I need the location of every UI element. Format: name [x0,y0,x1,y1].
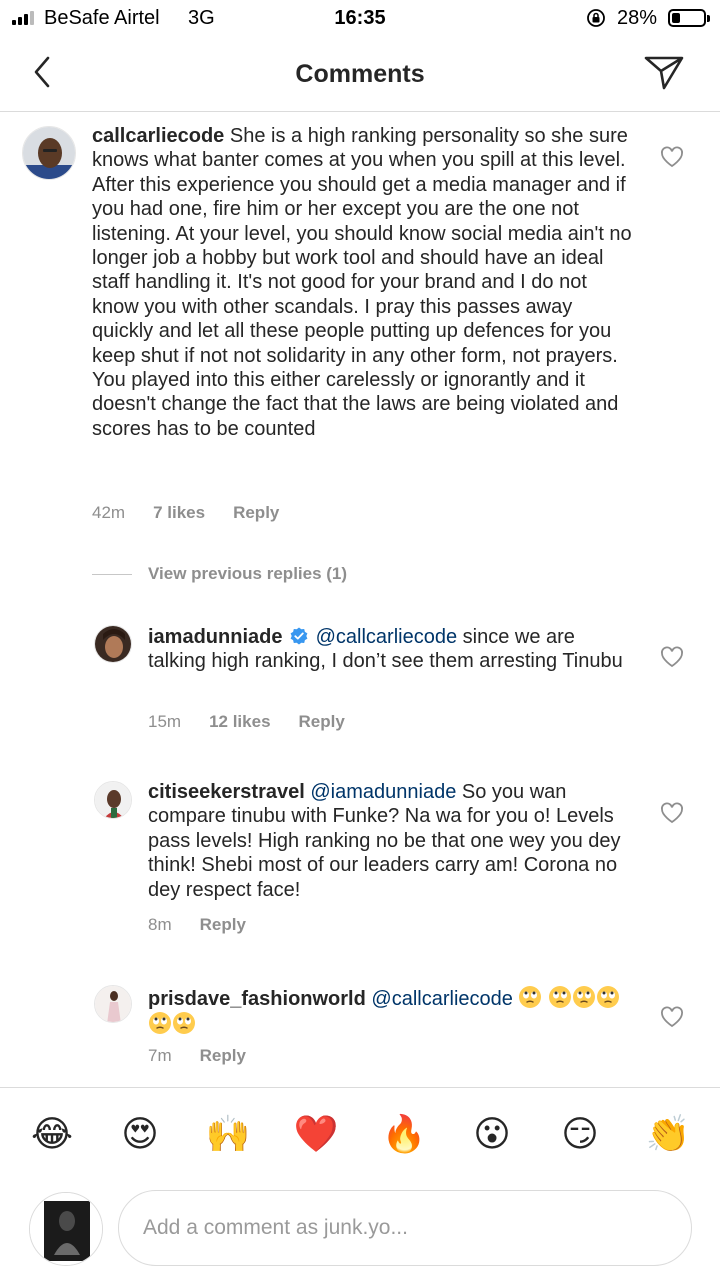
reply-username[interactable]: prisdave_fashionworld [148,988,366,1010]
reply-mention[interactable]: @callcarliecode [316,626,457,648]
face-with-rolling-eyes-icon [573,986,596,1008]
red-heart-emoji-button[interactable]: ❤️ [286,1113,346,1157]
reply-username[interactable]: citiseekerstravel [148,781,305,803]
status-bar: BeSafe Airtel 3G 16:35 28% [0,0,720,38]
battery-percent: 28% [617,7,658,29]
comment-meta: 42m 7 likes Reply [92,503,307,523]
reply-button[interactable]: Reply [299,712,345,732]
tears-of-joy-emoji-button[interactable]: 😂 [22,1113,82,1157]
view-previous-replies[interactable]: View previous replies (1) [92,563,347,585]
face-with-rolling-eyes-icon [549,986,572,1008]
fire-emoji-button[interactable]: 🔥 [374,1113,434,1157]
reply-meta: 7m Reply [148,1046,274,1066]
like-heart-icon[interactable] [660,1006,684,1028]
like-heart-icon[interactable] [660,646,684,668]
avatar[interactable] [94,781,132,819]
reply-username[interactable]: iamadunniade [148,626,282,648]
avatar [29,1192,103,1266]
view-previous-label: View previous replies (1) [148,564,348,583]
reply-button[interactable]: Reply [233,503,279,523]
face-with-rolling-eyes-icon [173,1012,195,1035]
comment-username[interactable]: callcarliecode [92,125,224,147]
comment-likes[interactable]: 7 likes [153,503,205,523]
reply-text: iamadunniade @callcarliecode since we ar… [148,625,638,674]
like-heart-icon[interactable] [660,146,684,168]
reply-time: 8m [148,915,172,934]
paper-plane-icon[interactable] [642,52,686,92]
reply-mention[interactable]: @callcarliecode [371,988,512,1010]
status-time: 16:35 [334,7,386,29]
heart-eyes-emoji-button[interactable]: 😍 [110,1113,170,1157]
avatar[interactable] [94,625,132,663]
comment-input[interactable] [118,1190,692,1266]
reply-button[interactable]: Reply [200,1046,246,1066]
reply-button[interactable]: Reply [200,915,246,935]
reply-time: 7m [148,1046,172,1065]
reply-text: prisdave_fashionworld @callcarliecode [148,985,638,1038]
reply-text: citiseekerstravel @iamadunniade So you w… [148,780,638,902]
emoji-quick-bar: 😂 😍 🙌 ❤️ 🔥 😮 😏 👏 [0,1087,720,1182]
raising-hands-emoji-button[interactable]: 🙌 [198,1113,258,1157]
face-with-rolling-eyes-icon [597,986,620,1008]
reply-time: 15m [148,712,182,731]
page-title: Comments [295,60,425,88]
avatar[interactable] [22,126,76,180]
reply-meta: 15m 12 likes Reply [148,712,373,732]
face-with-rolling-eyes-icon [519,986,542,1008]
smirk-emoji-button[interactable]: 😏 [550,1113,610,1157]
comment-composer [0,1182,720,1280]
divider [92,573,132,575]
face-with-rolling-eyes-icon [149,1012,171,1035]
reply-meta: 8m Reply [148,915,274,935]
reply-likes[interactable]: 12 likes [209,712,270,732]
comment-text: callcarliecode She is a high ranking per… [92,124,632,441]
comment-time: 42m [92,503,126,522]
battery-icon [668,9,710,27]
surprised-emoji-button[interactable]: 😮 [462,1113,522,1157]
comment-body: She is a high ranking personality so she… [92,125,632,440]
avatar[interactable] [94,985,132,1023]
like-heart-icon[interactable] [660,802,684,824]
rotation-lock-icon [587,9,605,27]
comments-header: Comments [0,38,720,112]
reply-mention[interactable]: @iamadunniade [310,781,456,803]
clapping-emoji-button[interactable]: 👏 [638,1113,698,1157]
verified-badge-icon [290,627,308,645]
